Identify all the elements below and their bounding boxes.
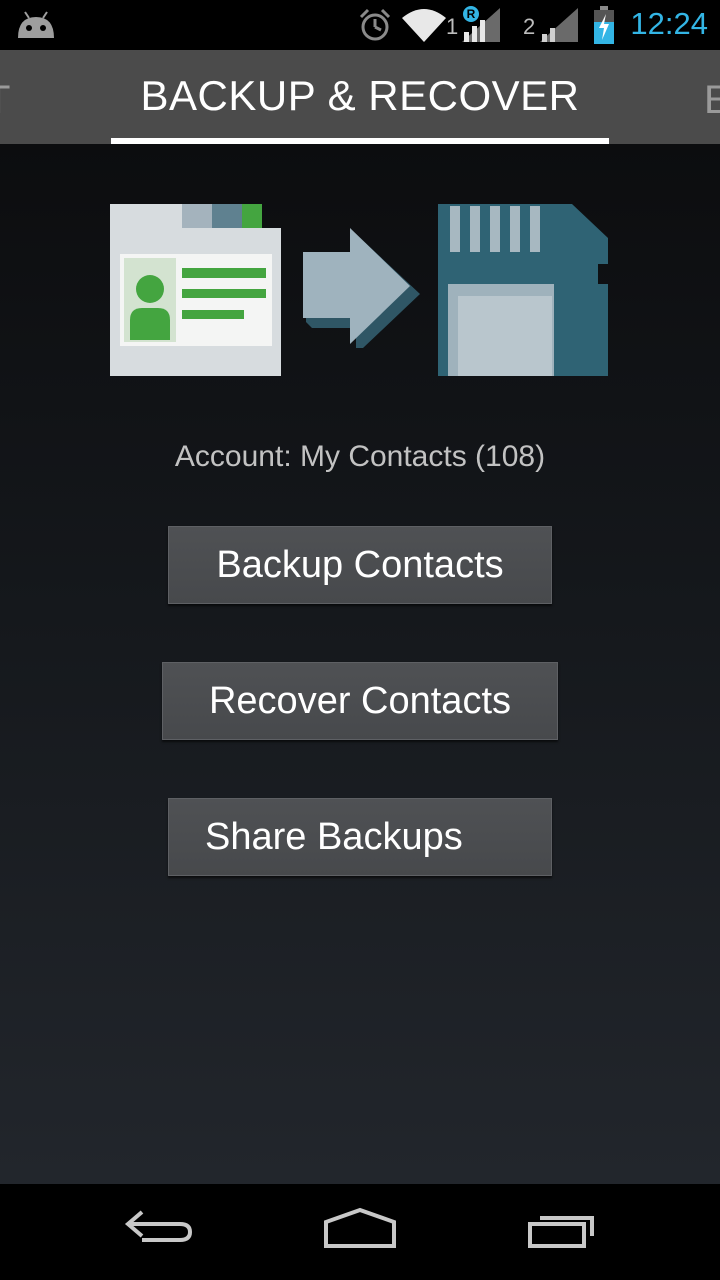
signal-icon-2	[540, 8, 578, 42]
tab-backup-recover[interactable]: BACKUP & RECOVER	[111, 72, 609, 120]
backup-contacts-button[interactable]: Backup Contacts	[168, 526, 552, 604]
recents-icon[interactable]	[526, 1206, 600, 1250]
battery-charging-icon	[594, 6, 614, 44]
tab-next[interactable]: E	[704, 78, 720, 123]
sim2-label: 2	[523, 14, 536, 39]
hero-illustration	[110, 204, 608, 376]
home-icon[interactable]	[322, 1206, 398, 1250]
alarm-icon	[359, 8, 391, 41]
status-bar: 1 R 2 12:24	[0, 0, 720, 50]
sd-card-icon	[438, 204, 608, 376]
account-label: Account: My Contacts (108)	[174, 440, 546, 473]
main-content: Account: My Contacts (108) Backup Contac…	[0, 144, 720, 1184]
navigation-bar	[0, 1184, 720, 1280]
recover-contacts-button[interactable]: Recover Contacts	[162, 662, 558, 740]
contact-card-icon	[110, 204, 281, 376]
tab-previous[interactable]: T	[0, 78, 10, 123]
android-icon	[18, 11, 54, 38]
status-time: 12:24	[630, 6, 708, 41]
back-icon[interactable]	[122, 1206, 196, 1250]
tab-bar: T BACKUP & RECOVER E	[0, 50, 720, 144]
roaming-badge: R	[463, 6, 479, 22]
arrow-right-icon	[303, 228, 420, 348]
sim1-label: 1	[446, 14, 459, 39]
share-backups-button[interactable]: Share Backups	[168, 798, 552, 876]
wifi-icon	[402, 9, 446, 42]
